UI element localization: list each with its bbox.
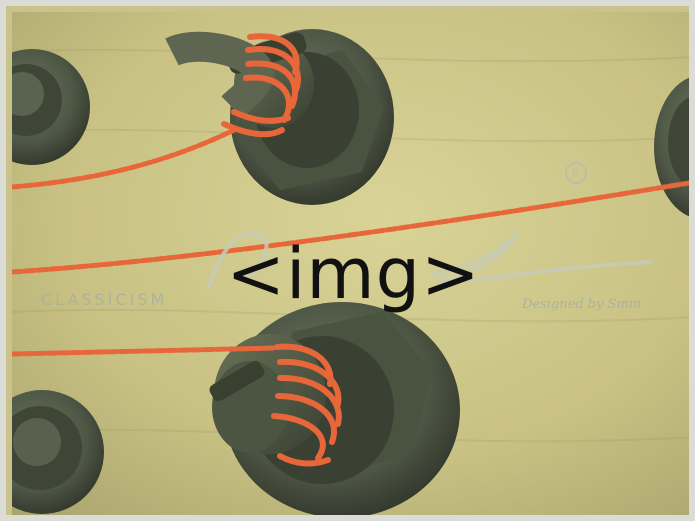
- img-placeholder-label: <img>: [226, 233, 481, 315]
- image-frame: CLASSICISM Designed by Smm R <img>: [0, 0, 695, 521]
- registered-mark-icon: R: [565, 162, 587, 184]
